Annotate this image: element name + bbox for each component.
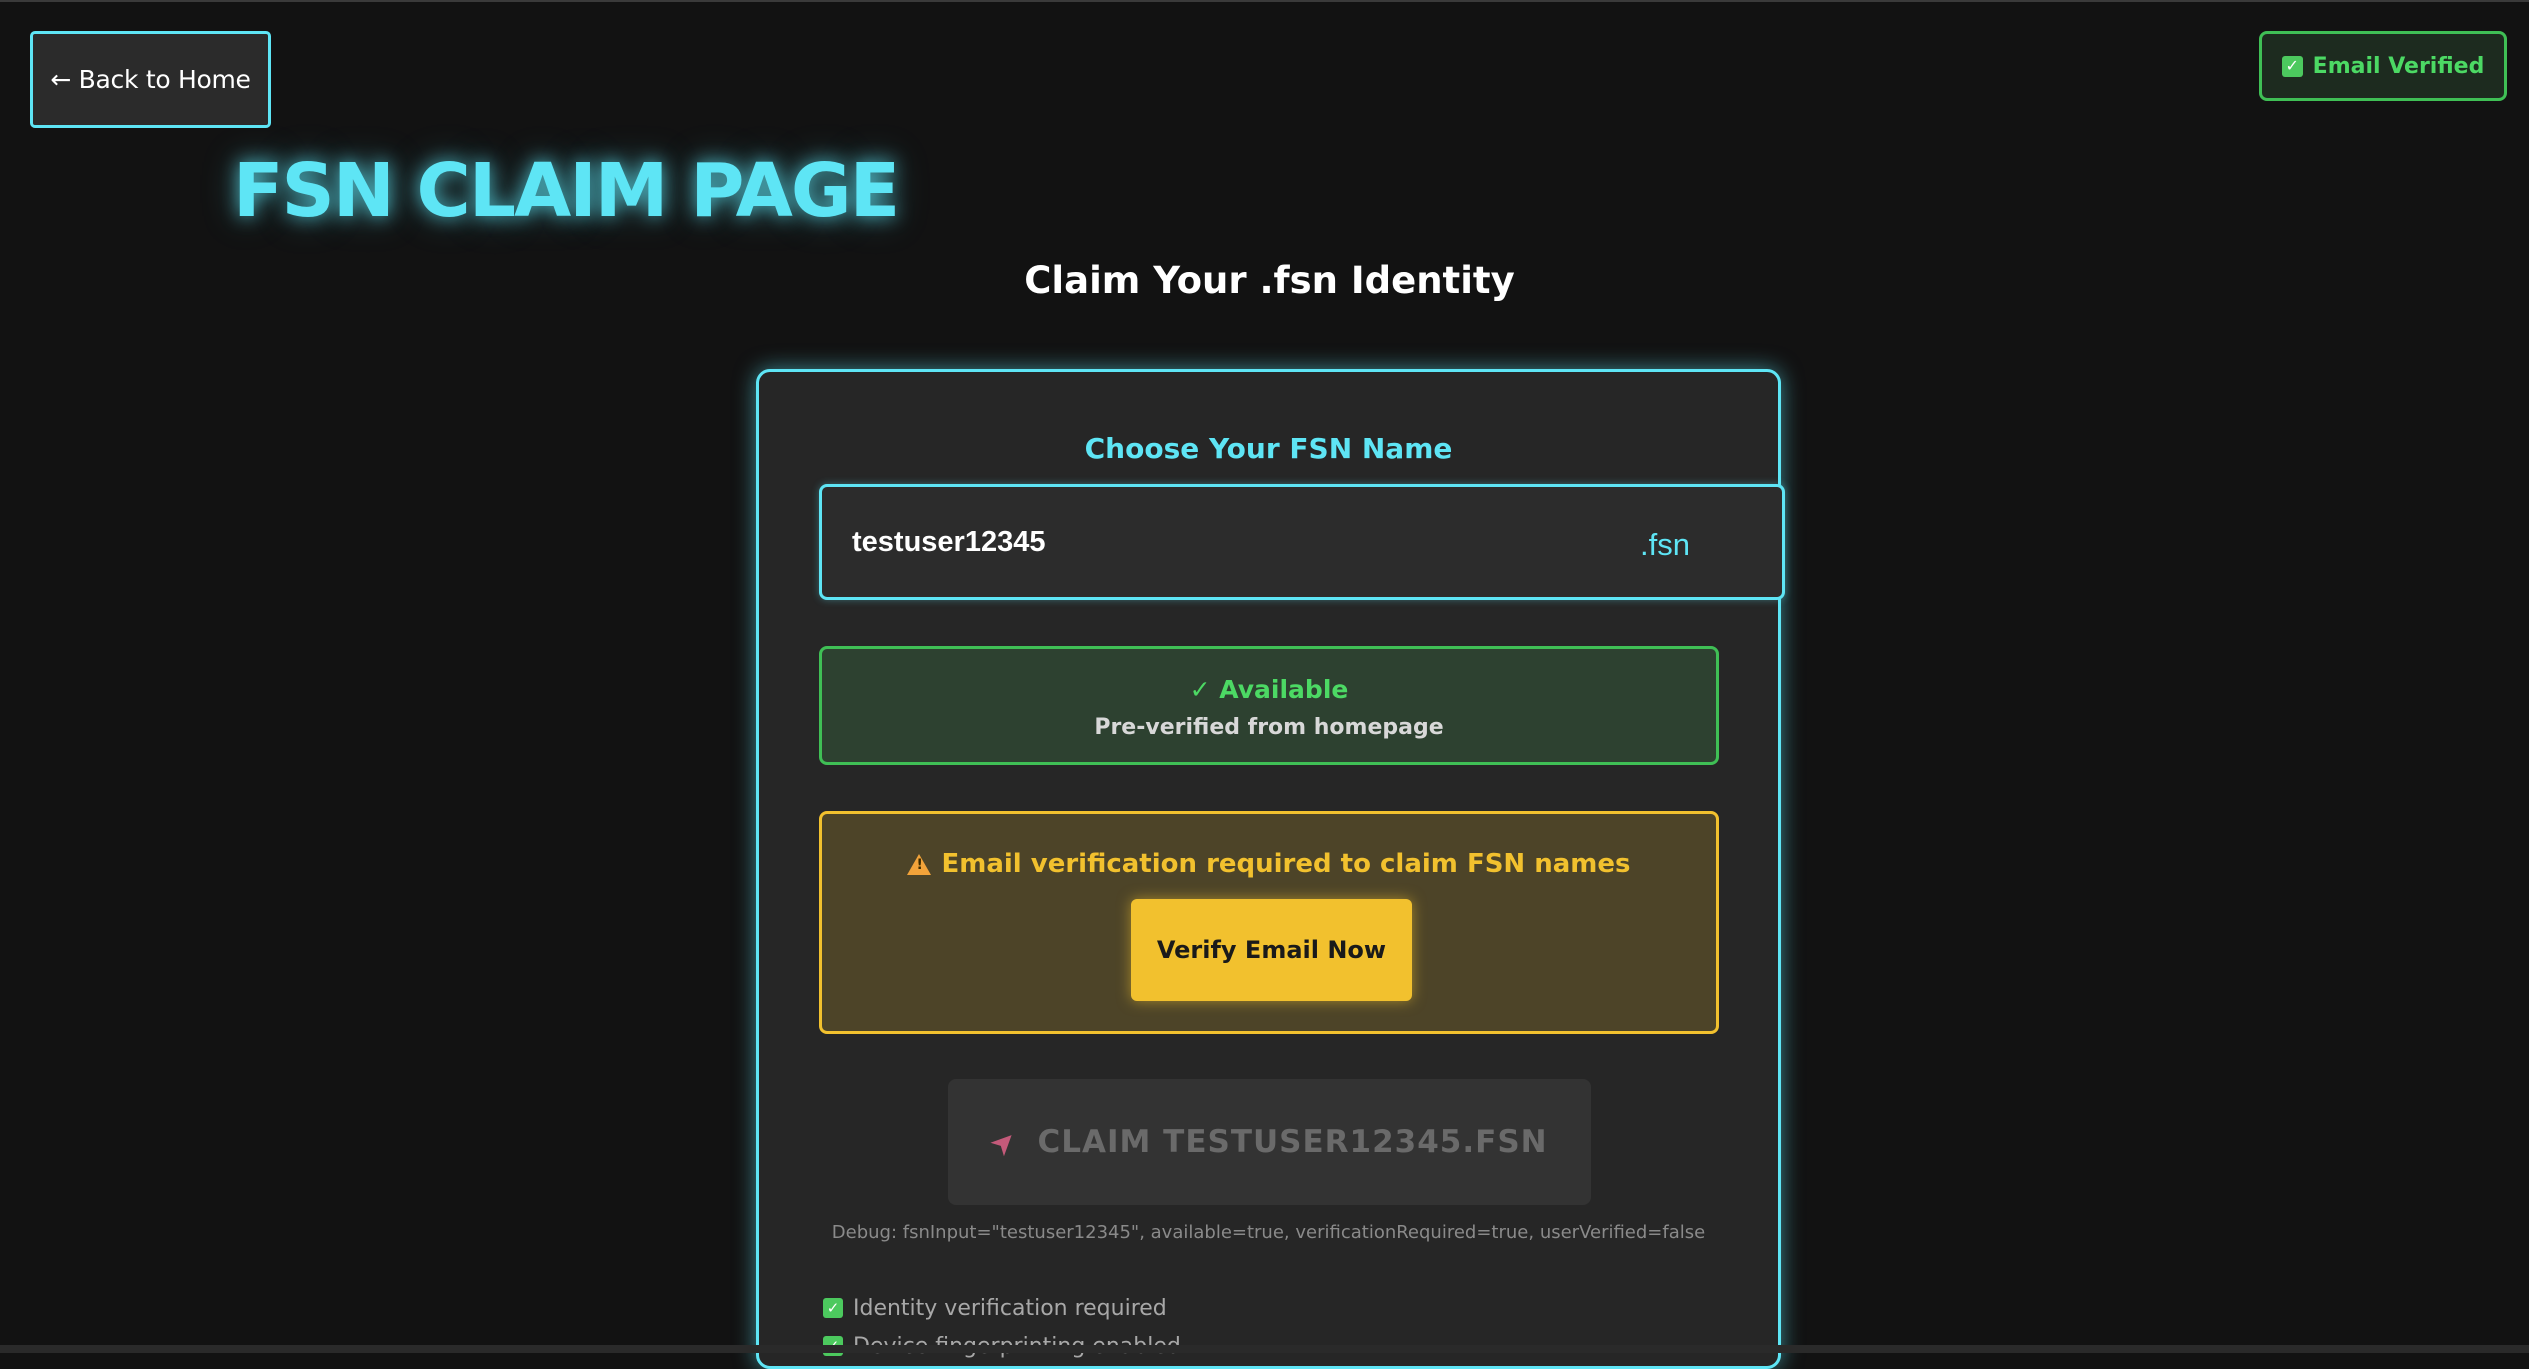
availability-status-box: ✓ Available Pre-verified from homepage [819, 646, 1719, 765]
claim-button-label: CLAIM TESTUSER12345.FSN [1037, 1124, 1548, 1160]
claim-fsn-button[interactable]: ➤ CLAIM TESTUSER12345.FSN [948, 1079, 1591, 1205]
fsn-name-field: .fsn [819, 484, 1785, 600]
fsn-suffix-label: .fsn [1640, 527, 1690, 562]
email-verification-warning: Email verification required to claim FSN… [819, 811, 1719, 1034]
page-subtitle: Claim Your .fsn Identity [1024, 259, 1515, 302]
verify-email-button[interactable]: Verify Email Now [1131, 899, 1412, 1001]
email-verified-badge: ✓ Email Verified [2259, 31, 2507, 101]
rocket-icon: ➤ [982, 1120, 1027, 1164]
warning-text: Email verification required to claim FSN… [941, 849, 1631, 879]
back-to-home-button[interactable]: ← Back to Home [30, 31, 271, 128]
checklist-label: Identity verification required [853, 1295, 1167, 1321]
fsn-name-input[interactable] [852, 487, 1552, 597]
warning-message: Email verification required to claim FSN… [822, 849, 1716, 879]
page-title: FSN CLAIM PAGE [233, 148, 900, 234]
debug-info: Debug: fsnInput="testuser12345", availab… [831, 1222, 1706, 1243]
list-item: ✓ Identity verification required [823, 1289, 1181, 1327]
top-border [0, 0, 2529, 2]
card-heading: Choose Your FSN Name [1084, 432, 1453, 465]
email-verified-label: Email Verified [2312, 53, 2485, 79]
bottom-scroll-edge [0, 1345, 2529, 1353]
check-box-icon: ✓ [823, 1298, 843, 1318]
availability-status: ✓ Available [1189, 675, 1349, 704]
warning-icon [907, 853, 932, 875]
security-checklist: ✓ Identity verification required ✓ Devic… [823, 1289, 1181, 1365]
availability-note: Pre-verified from homepage [1094, 715, 1444, 740]
check-box-icon: ✓ [2281, 55, 2303, 77]
